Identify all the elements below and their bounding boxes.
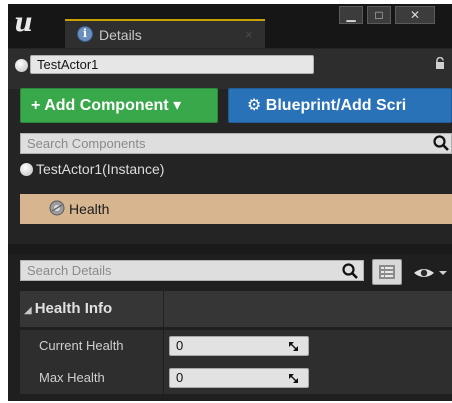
search-icon[interactable]: [341, 262, 359, 280]
max-health-value: 0: [176, 370, 184, 385]
current-health-value: 0: [176, 338, 184, 353]
minimize-button[interactable]: ▁: [339, 6, 363, 24]
tree-item-health[interactable]: Health: [20, 194, 452, 224]
info-icon: i: [77, 26, 93, 42]
category-label: ◢ Health Info: [24, 300, 112, 317]
tab-close-icon[interactable]: ×: [245, 27, 253, 42]
property-matrix-button[interactable]: [372, 259, 402, 285]
blueprint-label: ⚙ Blueprint/Add Scri: [247, 97, 407, 114]
blueprint-add-script-button[interactable]: ⚙ Blueprint/Add Scri: [228, 88, 452, 123]
add-component-label: + Add Component ▾: [31, 97, 182, 114]
grid-icon: [379, 265, 395, 279]
actor-sphere-icon: [15, 59, 28, 72]
current-health-label: Current Health: [39, 338, 124, 353]
health-component-label: Health: [69, 201, 110, 217]
actor-sphere-icon: [20, 163, 33, 176]
category-title: Health Info: [34, 300, 113, 317]
tab-details-label: Details: [99, 27, 142, 43]
search-icon[interactable]: [432, 134, 450, 152]
actor-name-row: TestActor1: [8, 49, 452, 89]
tree-item-instance[interactable]: TestActor1(Instance): [20, 158, 452, 182]
drag-handle-icon[interactable]: [288, 373, 299, 384]
category-health-info[interactable]: ◢ Health Info: [20, 291, 452, 327]
details-window: u i Details × ▁ □ ✕ TestActor1 + Add Com…: [8, 4, 452, 401]
component-icon: [49, 200, 65, 216]
close-button[interactable]: ✕: [395, 6, 435, 24]
view-options-eye-icon[interactable]: [412, 263, 448, 283]
current-health-field[interactable]: 0: [169, 336, 309, 356]
panel-divider[interactable]: [8, 244, 452, 254]
maximize-button[interactable]: □: [367, 6, 391, 24]
actor-name-field[interactable]: TestActor1: [30, 55, 314, 74]
max-health-field[interactable]: 0: [169, 368, 309, 388]
collapse-arrow-icon[interactable]: ◢: [24, 305, 32, 316]
column-splitter[interactable]: [163, 291, 164, 327]
max-health-label: Max Health: [39, 370, 105, 385]
title-bar: u i Details × ▁ □ ✕: [8, 4, 452, 48]
drag-handle-icon[interactable]: [288, 341, 299, 352]
tab-details[interactable]: i Details ×: [65, 19, 265, 48]
add-component-button[interactable]: + Add Component ▾: [20, 88, 218, 123]
search-components-input[interactable]: Search Components: [20, 133, 452, 154]
search-details-input[interactable]: Search Details: [20, 260, 364, 281]
unreal-logo-icon: u: [14, 8, 33, 38]
lock-icon[interactable]: [435, 57, 445, 69]
column-splitter[interactable]: [163, 362, 164, 394]
property-row-max-health: Max Health 0: [20, 362, 452, 394]
property-row-current-health: Current Health 0: [20, 330, 452, 362]
column-splitter[interactable]: [163, 330, 164, 362]
instance-label: TestActor1(Instance): [36, 161, 165, 177]
